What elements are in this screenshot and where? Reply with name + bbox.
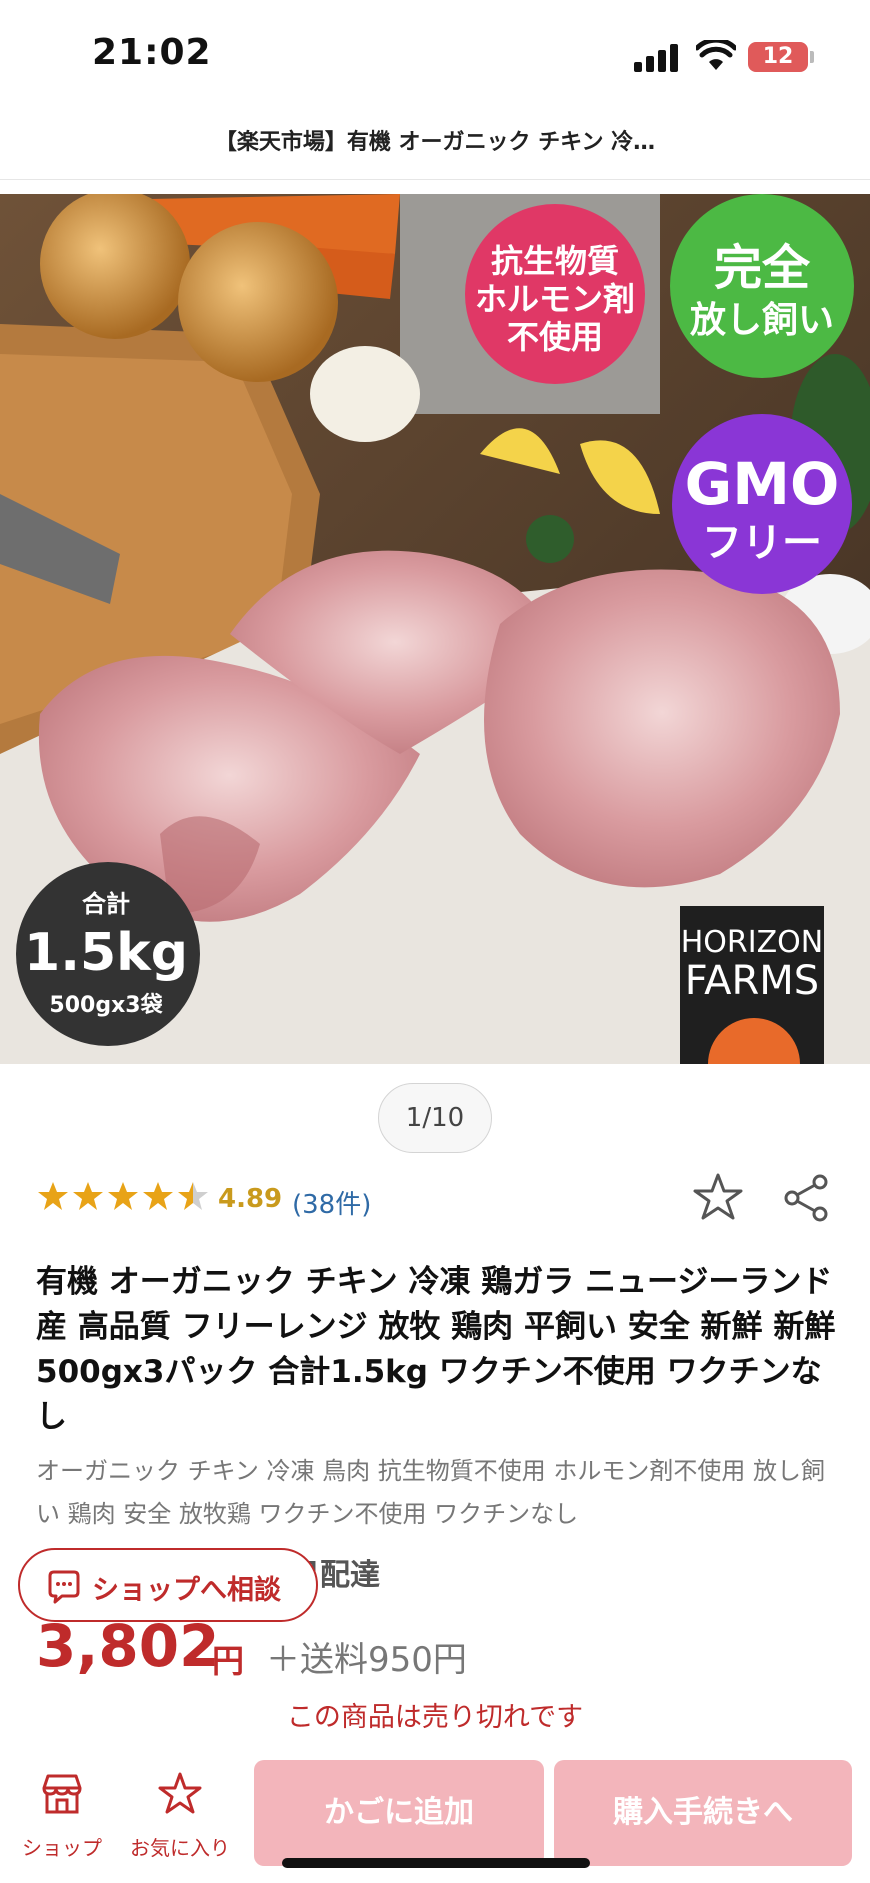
nav-shop-label: ショップ — [22, 1836, 102, 1860]
page-header: 【楽天市場】有機 オーガニック チキン 冷… — [0, 110, 870, 180]
status-bar: 21:02 12 — [0, 0, 870, 110]
badge-total-detail: 500gx3袋 — [49, 992, 163, 1018]
price-unit: 円 — [212, 1642, 245, 1680]
signal-icon — [634, 44, 680, 72]
badge-freerange-line2: 放し飼い — [690, 300, 834, 341]
favorite-star-icon — [158, 1772, 202, 1814]
product-subtitle: オーガニック チキン 冷凍 鳥肉 抗生物質不使用 ホルモン剤不使用 放し飼い 鶏… — [36, 1457, 826, 1528]
rating-stars — [36, 1180, 214, 1220]
product-image[interactable]: 抗生物質 ホルモン剤 不使用 完全 放し飼い GMO フリー 合計 1.5kg … — [0, 194, 870, 1064]
home-indicator — [282, 1858, 590, 1868]
wifi-icon — [696, 40, 736, 70]
shop-icon — [42, 1774, 82, 1814]
badge-antibiotic-line2: ホルモン剤 — [475, 280, 635, 318]
price-row: 3,802 円 ＋送料950円 — [36, 1612, 836, 1682]
badge-total-label: 合計 — [82, 890, 130, 918]
nav-shop-button[interactable]: ショップ — [16, 1770, 108, 1870]
battery-tip — [810, 51, 814, 63]
badge-total-weight: 1.5kg — [24, 923, 188, 983]
battery-indicator: 12 — [748, 42, 808, 72]
soldout-notice: この商品は売り切れです — [286, 1702, 584, 1733]
nav-favorite-label: お気に入り — [130, 1836, 230, 1860]
badge-antibiotic-line1: 抗生物質 — [491, 242, 619, 280]
chat-bubble-icon — [48, 1570, 80, 1604]
image-counter: 1/10 — [378, 1083, 492, 1153]
badge-gmo-line2: フリー — [702, 520, 822, 566]
shipping-fee: ＋送料950円 — [266, 1640, 467, 1680]
star-rating-icon — [38, 1182, 208, 1210]
page-title: 【楽天市場】有機 オーガニック チキン 冷… — [214, 130, 656, 155]
share-icon[interactable] — [780, 1172, 832, 1224]
brand-logo-line1: HORIZON — [681, 925, 823, 960]
product-title: 有機 オーガニック チキン 冷凍 鶏ガラ ニュージーランド産 高品質 フリーレン… — [36, 1264, 836, 1435]
add-to-cart-button[interactable]: かごに追加 — [254, 1760, 544, 1866]
badge-antibiotic-line3: 不使用 — [507, 318, 603, 356]
rating-row[interactable]: 4.89 (38件) — [36, 1176, 636, 1226]
favorite-star-icon[interactable] — [690, 1170, 746, 1226]
checkout-button[interactable]: 購入手続きへ — [554, 1760, 852, 1866]
badge-freerange-line1: 完全 — [714, 240, 811, 296]
rating-value: 4.89 — [218, 1184, 283, 1214]
status-time: 21:02 — [92, 32, 212, 73]
consult-shop-label: ショップへ相談 — [92, 1575, 281, 1606]
product-photo: 抗生物質 ホルモン剤 不使用 完全 放し飼い GMO フリー 合計 1.5kg … — [0, 194, 870, 1064]
review-count-link[interactable]: (38件) — [292, 1184, 371, 1221]
consult-shop-button[interactable]: ショップへ相談 — [18, 1548, 318, 1622]
price-value: 3,802 — [36, 1612, 220, 1680]
nav-favorite-button[interactable]: お気に入り — [124, 1770, 236, 1870]
brand-logo-line2: FARMS — [685, 958, 819, 1004]
badge-gmo-line1: GMO — [685, 450, 840, 518]
